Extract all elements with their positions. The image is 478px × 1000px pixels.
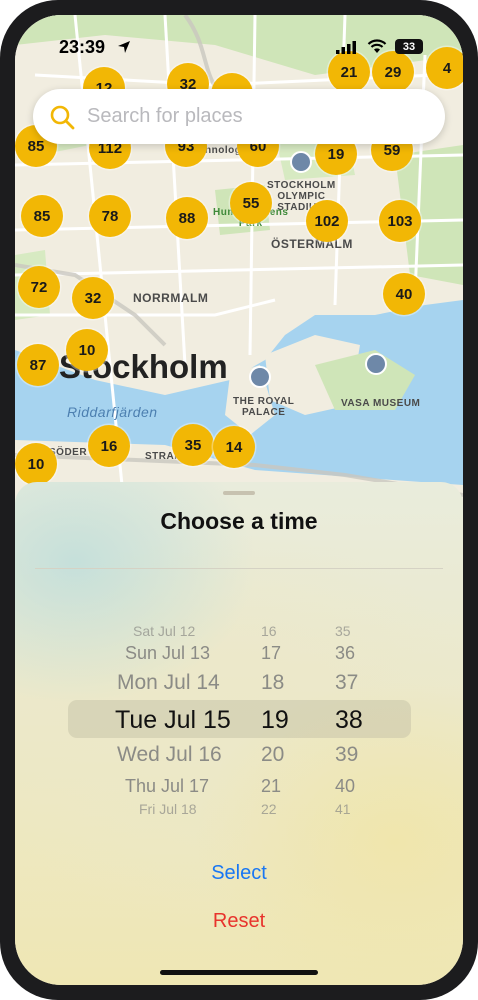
sheet-grabber[interactable] (223, 491, 255, 495)
poi-label-vasa-museum: VASA MUSEUM (341, 398, 421, 409)
divider (35, 568, 443, 569)
poi-label-technology: hnolog (205, 145, 242, 156)
cluster-pin[interactable]: 85 (21, 195, 63, 237)
hour-option[interactable]: 20 (261, 743, 284, 767)
date-option[interactable]: Wed Jul 16 (117, 743, 222, 767)
cluster-pin[interactable]: 16 (88, 425, 130, 467)
select-button[interactable]: Select (15, 862, 463, 885)
battery-icon: 33 (395, 39, 423, 54)
minute-option[interactable]: 37 (335, 671, 358, 695)
home-indicator[interactable] (160, 970, 318, 975)
search-input[interactable] (87, 89, 427, 144)
cluster-pin[interactable]: 32 (72, 277, 114, 319)
search-bar[interactable] (33, 89, 445, 144)
cellular-signal-icon (336, 41, 356, 54)
museum-poi-icon[interactable] (365, 353, 387, 375)
minute-option-selected[interactable]: 38 (335, 706, 363, 735)
sheet-title: Choose a time (160, 508, 318, 534)
minute-option[interactable]: 40 (335, 776, 355, 797)
date-option[interactable]: Sat Jul 12 (133, 623, 195, 639)
date-option[interactable]: Fri Jul 18 (139, 801, 197, 817)
cluster-pin[interactable]: 35 (172, 424, 214, 466)
cluster-pin[interactable]: 103 (379, 200, 421, 242)
search-icon (50, 105, 75, 130)
cluster-pin[interactable]: 55 (230, 182, 272, 224)
district-label-norrmalm: NORRMALM (133, 291, 209, 305)
water-label-riddarfjarden: Riddarfjärden (67, 404, 158, 420)
hour-option[interactable]: 16 (261, 623, 277, 639)
palace-poi-icon[interactable] (249, 366, 271, 388)
hour-option[interactable]: 17 (261, 643, 281, 664)
minute-option[interactable]: 36 (335, 643, 355, 664)
status-time: 23:39 (59, 37, 106, 57)
cluster-pin[interactable]: 10 (66, 329, 108, 371)
poi-label-royal-palace: THE ROYAL PALACE (233, 396, 295, 418)
cluster-pin[interactable]: 78 (89, 195, 131, 237)
cluster-pin[interactable]: 72 (18, 266, 60, 308)
date-option[interactable]: Sun Jul 13 (125, 643, 210, 664)
cluster-pin[interactable]: 87 (17, 344, 59, 386)
minute-option[interactable]: 39 (335, 743, 358, 767)
cluster-pin[interactable]: 14 (213, 426, 255, 468)
status-bar: 23:39 33 (15, 15, 463, 69)
date-option-selected[interactable]: Tue Jul 15 (115, 706, 231, 735)
date-option[interactable]: Mon Jul 14 (117, 671, 220, 695)
hour-option[interactable]: 18 (261, 671, 284, 695)
screen: Stockholm NORRMALM ÖSTERMALM Riddarfjärd… (15, 15, 463, 985)
date-option[interactable]: Thu Jul 17 (125, 776, 209, 797)
location-arrow-icon (118, 41, 130, 53)
cluster-pin[interactable]: 10 (15, 443, 57, 485)
wifi-icon (367, 39, 387, 53)
hour-option[interactable]: 21 (261, 776, 281, 797)
time-picker-sheet: Choose a time Sat Jul 12 Sun Jul 13 Mon … (15, 482, 463, 985)
cluster-pin[interactable]: 102 (306, 200, 348, 242)
minute-option[interactable]: 41 (335, 801, 351, 817)
hour-option-selected[interactable]: 19 (261, 706, 289, 735)
phone-frame: Stockholm NORRMALM ÖSTERMALM Riddarfjärd… (0, 0, 478, 1000)
minute-option[interactable]: 35 (335, 623, 351, 639)
cluster-pin[interactable]: 88 (166, 197, 208, 239)
date-time-picker[interactable]: Sat Jul 12 Sun Jul 13 Mon Jul 14 Tue Jul… (15, 612, 463, 822)
district-label-ostermalm: ÖSTERMALM (271, 237, 353, 251)
reset-button[interactable]: Reset (15, 910, 463, 933)
cluster-pin[interactable]: 40 (383, 273, 425, 315)
stadium-poi-icon[interactable] (290, 151, 312, 173)
hour-option[interactable]: 22 (261, 801, 277, 817)
